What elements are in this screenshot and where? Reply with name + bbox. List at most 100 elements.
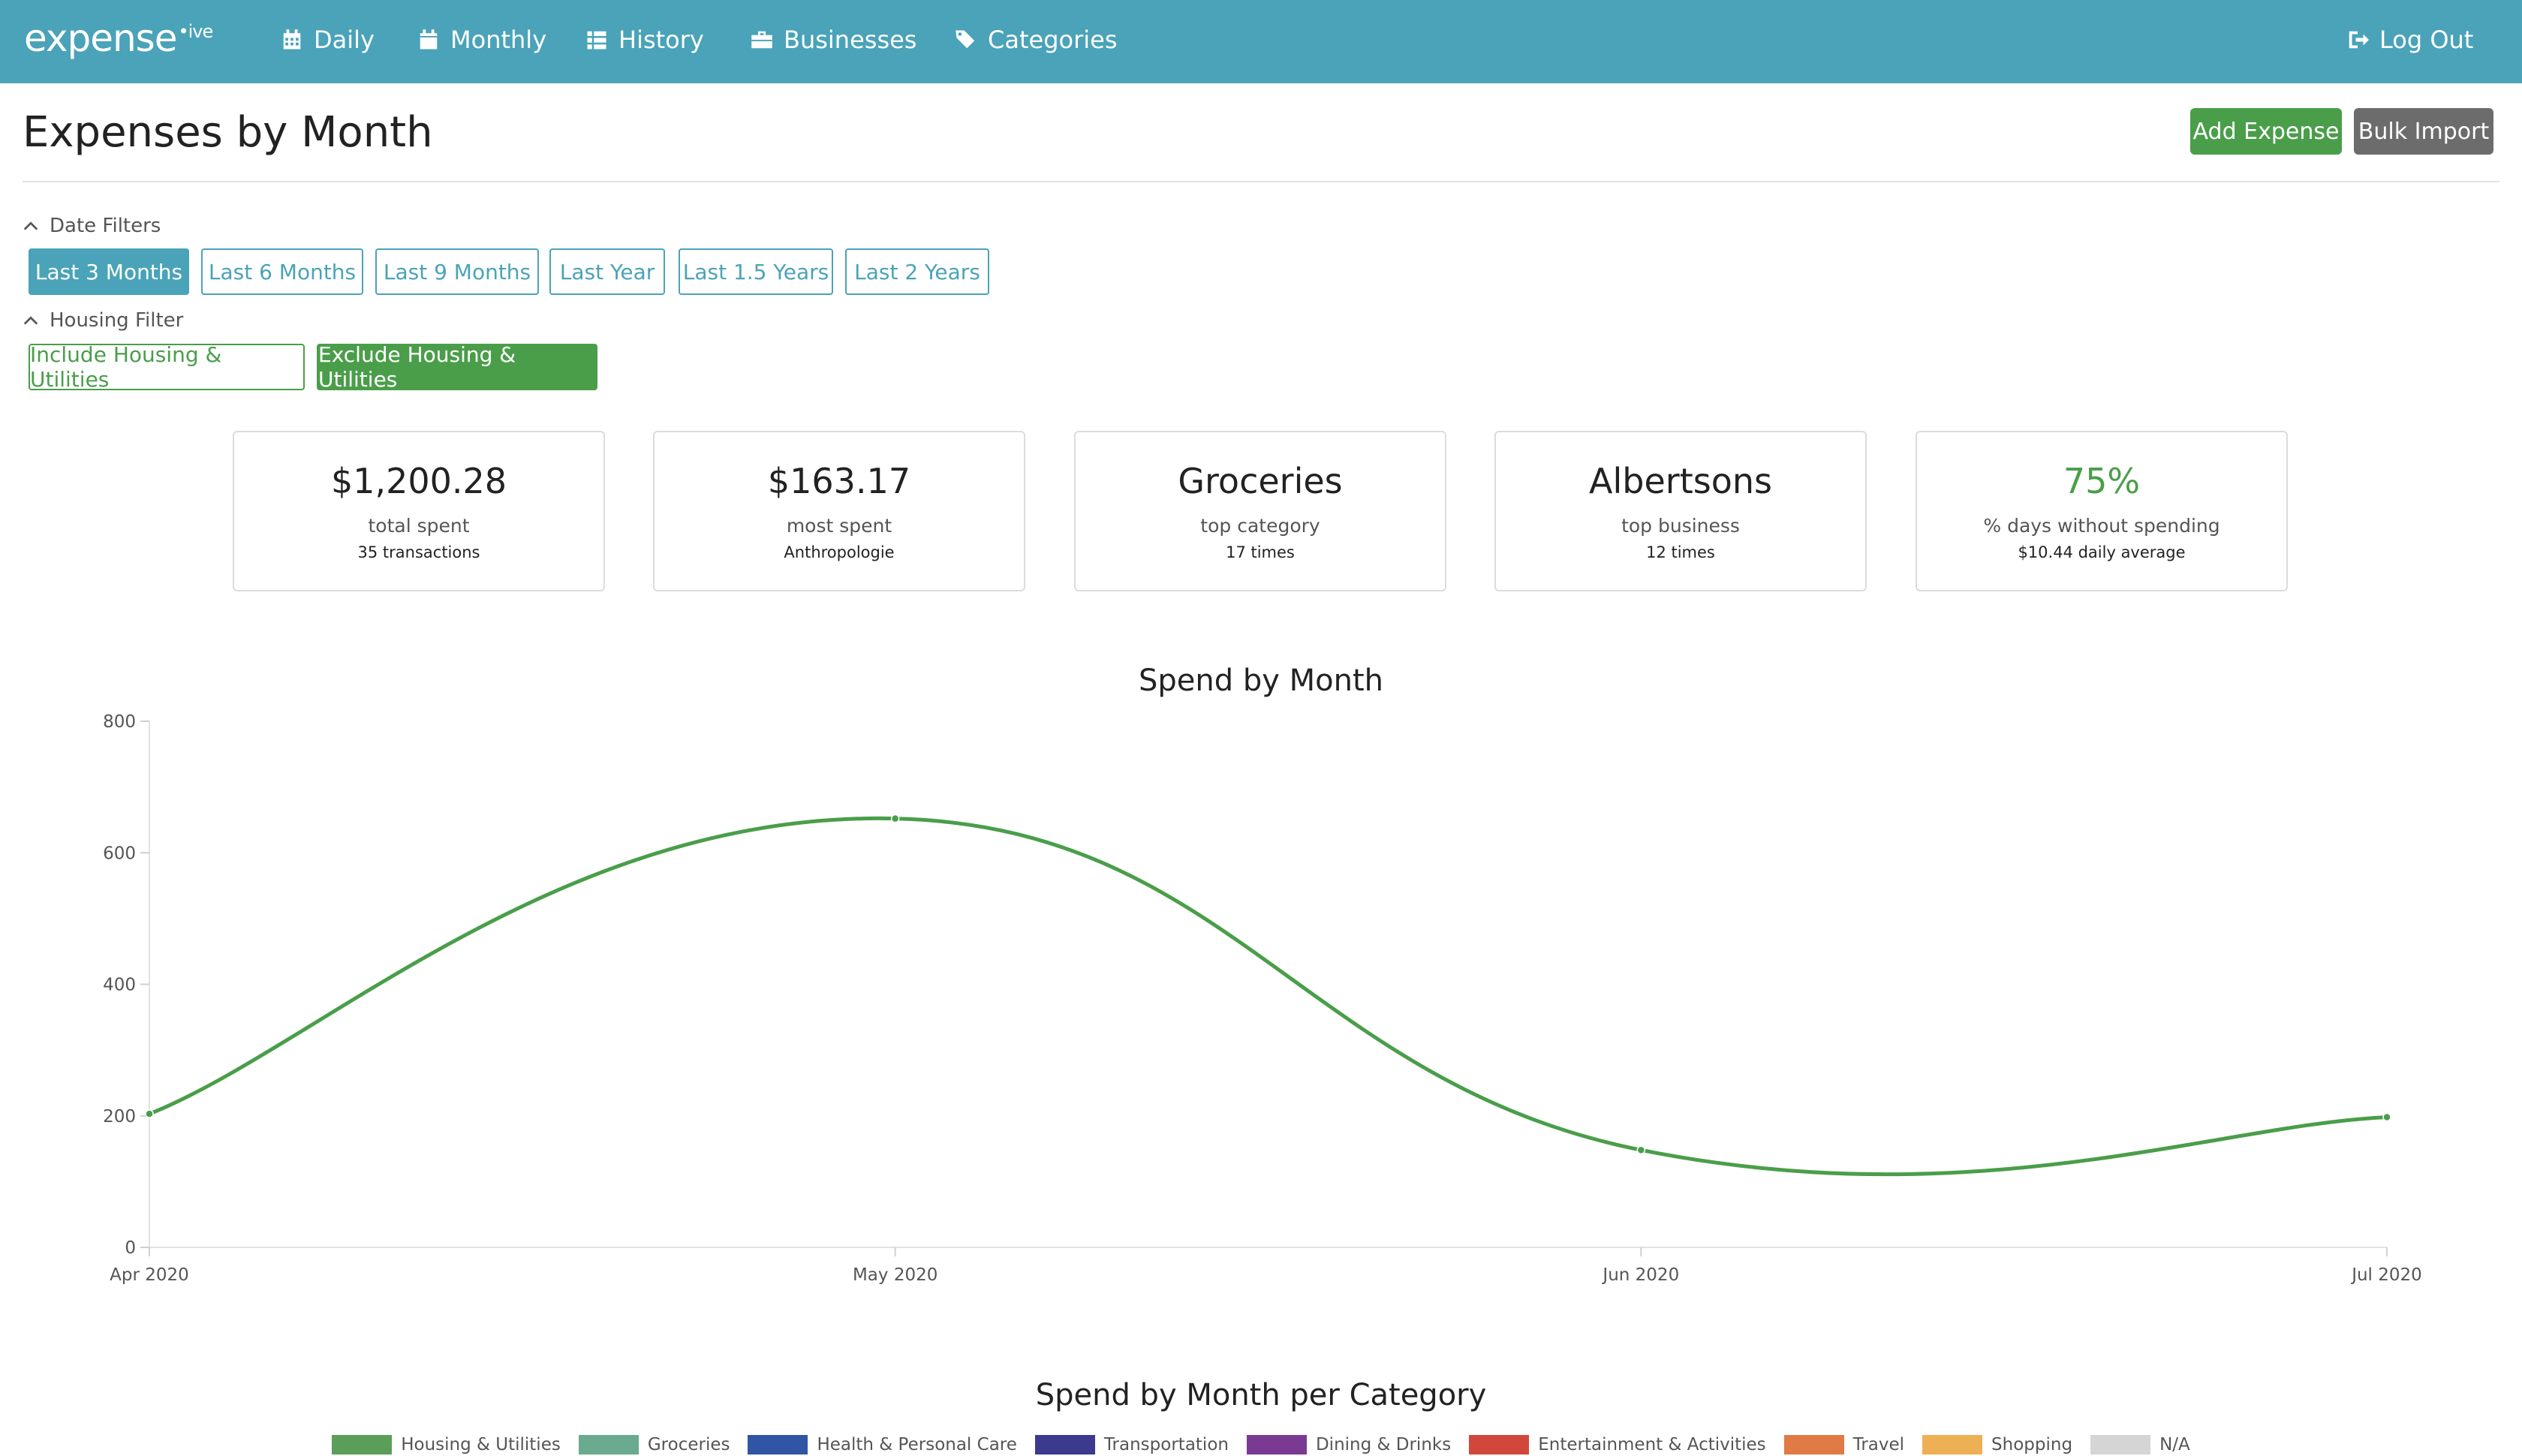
legend-label: Transportation — [1103, 1435, 1229, 1454]
stat-value: $1,200.28 — [330, 461, 507, 501]
legend-item[interactable]: Groceries — [578, 1435, 730, 1454]
add-expense-button[interactable]: Add Expense — [2190, 108, 2342, 155]
logout-icon — [2349, 31, 2369, 49]
nav-categories[interactable]: Categories — [955, 26, 1117, 54]
legend-label: Dining & Drinks — [1315, 1435, 1452, 1454]
legend-item[interactable]: Shopping — [1922, 1435, 2072, 1454]
nav-history[interactable]: History — [585, 26, 704, 54]
date-filters-label: Date Filters — [50, 215, 161, 237]
nav-businesses[interactable]: Businesses — [751, 26, 916, 54]
stat-card-days-without-spending: 75% % days without spending $10.44 daily… — [1916, 431, 2288, 591]
filter-last-9-months[interactable]: Last 9 Months — [375, 248, 539, 295]
filter-last-2-years[interactable]: Last 2 Years — [845, 248, 989, 295]
chevron-up-icon — [23, 221, 38, 230]
stat-label: % days without spending — [1983, 515, 2220, 537]
logout-label: Log Out — [2379, 26, 2474, 54]
nav-categories-label: Categories — [988, 26, 1118, 54]
nav-monthly[interactable]: Monthly — [417, 26, 546, 54]
legend-swatch — [1034, 1435, 1095, 1454]
bulk-import-button[interactable]: Bulk Import — [2354, 108, 2493, 155]
brand-logo[interactable]: expense•ive — [24, 17, 213, 60]
stat-card-top-category: Groceries top category 17 times — [1074, 431, 1446, 591]
exclude-housing-button[interactable]: Exclude Housing & Utilities — [317, 342, 597, 392]
stat-label: top category — [1200, 515, 1320, 537]
legend-swatch — [1922, 1435, 1983, 1454]
x-tick-label: Jul 2020 — [2350, 1265, 2422, 1285]
y-tick-label: 0 — [125, 1238, 136, 1258]
x-tick-label: Jun 2020 — [1601, 1265, 1679, 1285]
stat-sub: Anthropologie — [784, 543, 895, 561]
date-filters-toggle[interactable]: Date Filters — [23, 215, 161, 237]
legend-item[interactable]: Housing & Utilities — [332, 1435, 561, 1454]
tags-icon — [956, 30, 975, 49]
legend-label: Shopping — [1991, 1435, 2073, 1454]
filter-last-3-months[interactable]: Last 3 Months — [29, 248, 189, 295]
page-title: Expenses by Month — [23, 108, 433, 157]
top-navbar: expense•ive Daily Monthly History Busine… — [0, 0, 2522, 83]
brand-text: expense — [24, 17, 177, 60]
category-legend: Housing & Utilities Groceries Health & Per… — [0, 1435, 2522, 1454]
legend-item[interactable]: Dining & Drinks — [1246, 1435, 1452, 1454]
legend-swatch — [578, 1435, 639, 1454]
legend-swatch — [1246, 1435, 1307, 1454]
data-point — [1636, 1145, 1646, 1155]
housing-filter-toggle[interactable]: Housing Filter — [23, 309, 183, 332]
legend-item[interactable]: Entertainment & Activities — [1469, 1435, 1766, 1454]
stat-sub: 17 times — [1226, 543, 1295, 561]
legend-swatch — [748, 1435, 808, 1454]
x-tick-label: Apr 2020 — [110, 1265, 189, 1285]
list-icon — [587, 31, 606, 50]
legend-label: Housing & Utilities — [401, 1435, 561, 1454]
nav-monthly-label: Monthly — [450, 26, 547, 54]
category-chart-title: Spend by Month per Category — [1035, 1378, 1487, 1412]
legend-label: Entertainment & Activities — [1538, 1435, 1766, 1454]
brand-suffix: •ive — [178, 21, 213, 42]
nav-daily[interactable]: Daily — [281, 26, 375, 54]
legend-item[interactable]: Health & Personal Care — [748, 1435, 1017, 1454]
filter-last-year[interactable]: Last Year — [549, 248, 665, 295]
legend-label: Travel — [1852, 1435, 1905, 1454]
nav-daily-label: Daily — [314, 26, 375, 54]
calendar-icon — [420, 29, 438, 50]
logout-button[interactable]: Log Out — [2346, 26, 2473, 54]
stat-sub: 12 times — [1646, 543, 1715, 561]
spend-by-month-chart: 0 200 400 600 800 Apr 2020 May 2020 Jun 2020 Jul… — [103, 712, 2422, 1285]
legend-label: Groceries — [647, 1435, 730, 1454]
legend-item[interactable]: N/A — [2090, 1435, 2190, 1454]
legend-swatch — [1783, 1435, 1844, 1454]
nav-history-label: History — [618, 26, 704, 54]
legend-item[interactable]: Transportation — [1034, 1435, 1229, 1454]
briefcase-icon — [751, 31, 772, 49]
legend-label: Health & Personal Care — [817, 1435, 1017, 1454]
include-housing-button[interactable]: Include Housing & Utilities — [29, 342, 305, 392]
filter-last-1-5-years[interactable]: Last 1.5 Years — [679, 248, 833, 295]
x-tick-label: May 2020 — [853, 1265, 937, 1285]
header-divider — [23, 181, 2499, 182]
stat-value: $163.17 — [767, 461, 911, 501]
stat-label: top business — [1621, 515, 1740, 537]
data-point — [890, 814, 900, 823]
calendar-grid-icon — [283, 29, 301, 50]
stat-sub: $10.44 daily average — [2018, 543, 2186, 561]
legend-item[interactable]: Travel — [1783, 1435, 1905, 1454]
y-tick-label: 600 — [103, 844, 136, 863]
legend-label: N/A — [2159, 1435, 2190, 1454]
legend-swatch — [2090, 1435, 2151, 1454]
stat-value: 75% — [2063, 461, 2141, 501]
stat-card-total-spent: $1,200.28 total spent 35 transactions — [233, 431, 605, 591]
filter-last-6-months[interactable]: Last 6 Months — [201, 248, 363, 295]
stat-card-most-spent: $163.17 most spent Anthropologie — [653, 431, 1025, 591]
stat-label: most spent — [786, 515, 892, 537]
y-tick-label: 200 — [103, 1107, 136, 1127]
housing-filter-label: Housing Filter — [50, 309, 184, 332]
legend-swatch — [332, 1435, 393, 1454]
stat-sub: 35 transactions — [357, 543, 480, 561]
chevron-up-icon — [23, 316, 38, 325]
stat-label: total spent — [368, 515, 470, 537]
stat-value: Groceries — [1178, 461, 1343, 501]
y-tick-label: 400 — [103, 976, 136, 995]
stat-card-top-business: Albertsons top business 12 times — [1494, 431, 1867, 591]
data-point — [145, 1109, 154, 1118]
stat-value: Albertsons — [1589, 461, 1772, 501]
legend-swatch — [1469, 1435, 1530, 1454]
